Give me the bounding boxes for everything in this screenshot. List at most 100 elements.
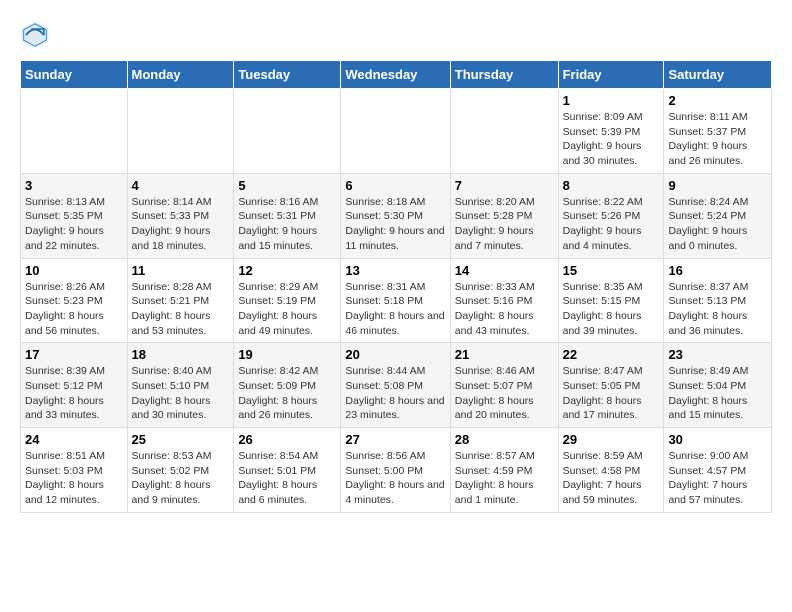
day-cell: 3Sunrise: 8:13 AM Sunset: 5:35 PM Daylig… xyxy=(21,173,128,258)
day-detail: Sunrise: 8:35 AM Sunset: 5:15 PM Dayligh… xyxy=(563,280,660,339)
day-detail: Sunrise: 8:37 AM Sunset: 5:13 PM Dayligh… xyxy=(668,280,767,339)
day-detail: Sunrise: 8:09 AM Sunset: 5:39 PM Dayligh… xyxy=(563,110,660,169)
day-number: 11 xyxy=(132,263,230,278)
header-sunday: Sunday xyxy=(21,61,128,89)
day-cell xyxy=(21,89,128,174)
day-number: 22 xyxy=(563,347,660,362)
day-number: 13 xyxy=(345,263,445,278)
day-detail: Sunrise: 8:33 AM Sunset: 5:16 PM Dayligh… xyxy=(455,280,554,339)
day-number: 28 xyxy=(455,432,554,447)
day-detail: Sunrise: 8:54 AM Sunset: 5:01 PM Dayligh… xyxy=(238,449,336,508)
logo-icon xyxy=(20,20,50,50)
day-number: 30 xyxy=(668,432,767,447)
day-number: 25 xyxy=(132,432,230,447)
day-detail: Sunrise: 8:26 AM Sunset: 5:23 PM Dayligh… xyxy=(25,280,123,339)
day-cell: 18 Sunrise: 8:40 AM Sunset: 5:10 PM Dayli… xyxy=(127,343,234,428)
day-cell: 22 Sunrise: 8:47 AM Sunset: 5:05 PM Dayli… xyxy=(558,343,664,428)
day-number: 29 xyxy=(563,432,660,447)
header-monday: Monday xyxy=(127,61,234,89)
day-detail: Sunrise: 8:42 AM Sunset: 5:09 PM Dayligh… xyxy=(238,364,336,423)
day-cell: 15 Sunrise: 8:35 AM Sunset: 5:15 PM Dayli… xyxy=(558,258,664,343)
week-row-4: 24 Sunrise: 8:51 AM Sunset: 5:03 PM Dayli… xyxy=(21,428,772,513)
day-cell: 25 Sunrise: 8:53 AM Sunset: 5:02 PM Dayli… xyxy=(127,428,234,513)
day-detail: Sunrise: 8:47 AM Sunset: 5:05 PM Dayligh… xyxy=(563,364,660,423)
day-cell: 27 Sunrise: 8:56 AM Sunset: 5:00 PM Dayli… xyxy=(341,428,450,513)
day-cell: 28 Sunrise: 8:57 AM Sunset: 4:59 PM Dayli… xyxy=(450,428,558,513)
day-cell xyxy=(450,89,558,174)
header-friday: Friday xyxy=(558,61,664,89)
week-row-2: 10Sunrise: 8:26 AM Sunset: 5:23 PM Dayli… xyxy=(21,258,772,343)
day-detail: Sunrise: 8:44 AM Sunset: 5:08 PM Dayligh… xyxy=(345,364,445,423)
day-number: 1 xyxy=(563,93,660,108)
day-cell: 23Sunrise: 8:49 AM Sunset: 5:04 PM Dayli… xyxy=(664,343,772,428)
day-cell: 14Sunrise: 8:33 AM Sunset: 5:16 PM Dayli… xyxy=(450,258,558,343)
day-detail: Sunrise: 8:14 AM Sunset: 5:33 PM Dayligh… xyxy=(132,195,230,254)
day-detail: Sunrise: 8:56 AM Sunset: 5:00 PM Dayligh… xyxy=(345,449,445,508)
day-number: 3 xyxy=(25,178,123,193)
day-number: 27 xyxy=(345,432,445,447)
day-detail: Sunrise: 8:40 AM Sunset: 5:10 PM Dayligh… xyxy=(132,364,230,423)
day-cell: 1 Sunrise: 8:09 AM Sunset: 5:39 PM Daylig… xyxy=(558,89,664,174)
day-cell xyxy=(341,89,450,174)
day-cell: 29 Sunrise: 8:59 AM Sunset: 4:58 PM Dayli… xyxy=(558,428,664,513)
calendar-header-row: SundayMondayTuesdayWednesdayThursdayFrid… xyxy=(21,61,772,89)
day-detail: Sunrise: 8:16 AM Sunset: 5:31 PM Dayligh… xyxy=(238,195,336,254)
day-detail: Sunrise: 8:46 AM Sunset: 5:07 PM Dayligh… xyxy=(455,364,554,423)
day-number: 15 xyxy=(563,263,660,278)
day-cell: 4 Sunrise: 8:14 AM Sunset: 5:33 PM Daylig… xyxy=(127,173,234,258)
day-number: 23 xyxy=(668,347,767,362)
logo xyxy=(20,20,54,50)
day-number: 5 xyxy=(238,178,336,193)
day-number: 26 xyxy=(238,432,336,447)
day-cell: 10Sunrise: 8:26 AM Sunset: 5:23 PM Dayli… xyxy=(21,258,128,343)
day-number: 9 xyxy=(668,178,767,193)
day-number: 7 xyxy=(455,178,554,193)
page-header xyxy=(20,20,772,50)
header-thursday: Thursday xyxy=(450,61,558,89)
day-detail: Sunrise: 8:59 AM Sunset: 4:58 PM Dayligh… xyxy=(563,449,660,508)
week-row-1: 3Sunrise: 8:13 AM Sunset: 5:35 PM Daylig… xyxy=(21,173,772,258)
day-cell: 20 Sunrise: 8:44 AM Sunset: 5:08 PM Dayli… xyxy=(341,343,450,428)
day-number: 19 xyxy=(238,347,336,362)
day-number: 8 xyxy=(563,178,660,193)
day-number: 24 xyxy=(25,432,123,447)
day-detail: Sunrise: 8:20 AM Sunset: 5:28 PM Dayligh… xyxy=(455,195,554,254)
day-detail: Sunrise: 8:22 AM Sunset: 5:26 PM Dayligh… xyxy=(563,195,660,254)
day-cell: 5 Sunrise: 8:16 AM Sunset: 5:31 PM Daylig… xyxy=(234,173,341,258)
header-saturday: Saturday xyxy=(664,61,772,89)
day-detail: Sunrise: 8:51 AM Sunset: 5:03 PM Dayligh… xyxy=(25,449,123,508)
day-cell: 24 Sunrise: 8:51 AM Sunset: 5:03 PM Dayli… xyxy=(21,428,128,513)
day-detail: Sunrise: 8:57 AM Sunset: 4:59 PM Dayligh… xyxy=(455,449,554,508)
day-number: 21 xyxy=(455,347,554,362)
day-cell: 11 Sunrise: 8:28 AM Sunset: 5:21 PM Dayli… xyxy=(127,258,234,343)
day-detail: Sunrise: 9:00 AM Sunset: 4:57 PM Dayligh… xyxy=(668,449,767,508)
header-wednesday: Wednesday xyxy=(341,61,450,89)
day-cell: 6Sunrise: 8:18 AM Sunset: 5:30 PM Daylig… xyxy=(341,173,450,258)
day-detail: Sunrise: 8:29 AM Sunset: 5:19 PM Dayligh… xyxy=(238,280,336,339)
day-detail: Sunrise: 8:24 AM Sunset: 5:24 PM Dayligh… xyxy=(668,195,767,254)
day-number: 17 xyxy=(25,347,123,362)
day-cell: 13 Sunrise: 8:31 AM Sunset: 5:18 PM Dayli… xyxy=(341,258,450,343)
day-detail: Sunrise: 8:28 AM Sunset: 5:21 PM Dayligh… xyxy=(132,280,230,339)
day-number: 20 xyxy=(345,347,445,362)
day-cell: 21 Sunrise: 8:46 AM Sunset: 5:07 PM Dayli… xyxy=(450,343,558,428)
day-detail: Sunrise: 8:31 AM Sunset: 5:18 PM Dayligh… xyxy=(345,280,445,339)
day-number: 4 xyxy=(132,178,230,193)
calendar-table: SundayMondayTuesdayWednesdayThursdayFrid… xyxy=(20,60,772,513)
day-cell: 12Sunrise: 8:29 AM Sunset: 5:19 PM Dayli… xyxy=(234,258,341,343)
day-cell: 26 Sunrise: 8:54 AM Sunset: 5:01 PM Dayli… xyxy=(234,428,341,513)
day-cell: 8 Sunrise: 8:22 AM Sunset: 5:26 PM Daylig… xyxy=(558,173,664,258)
day-cell: 19 Sunrise: 8:42 AM Sunset: 5:09 PM Dayli… xyxy=(234,343,341,428)
day-cell: 7 Sunrise: 8:20 AM Sunset: 5:28 PM Daylig… xyxy=(450,173,558,258)
day-cell: 17Sunrise: 8:39 AM Sunset: 5:12 PM Dayli… xyxy=(21,343,128,428)
calendar-body: 1 Sunrise: 8:09 AM Sunset: 5:39 PM Daylig… xyxy=(21,89,772,513)
week-row-3: 17Sunrise: 8:39 AM Sunset: 5:12 PM Dayli… xyxy=(21,343,772,428)
header-tuesday: Tuesday xyxy=(234,61,341,89)
day-cell xyxy=(127,89,234,174)
day-number: 18 xyxy=(132,347,230,362)
day-detail: Sunrise: 8:53 AM Sunset: 5:02 PM Dayligh… xyxy=(132,449,230,508)
day-cell: 30 Sunrise: 9:00 AM Sunset: 4:57 PM Dayli… xyxy=(664,428,772,513)
day-number: 2 xyxy=(668,93,767,108)
day-cell xyxy=(234,89,341,174)
week-row-0: 1 Sunrise: 8:09 AM Sunset: 5:39 PM Daylig… xyxy=(21,89,772,174)
